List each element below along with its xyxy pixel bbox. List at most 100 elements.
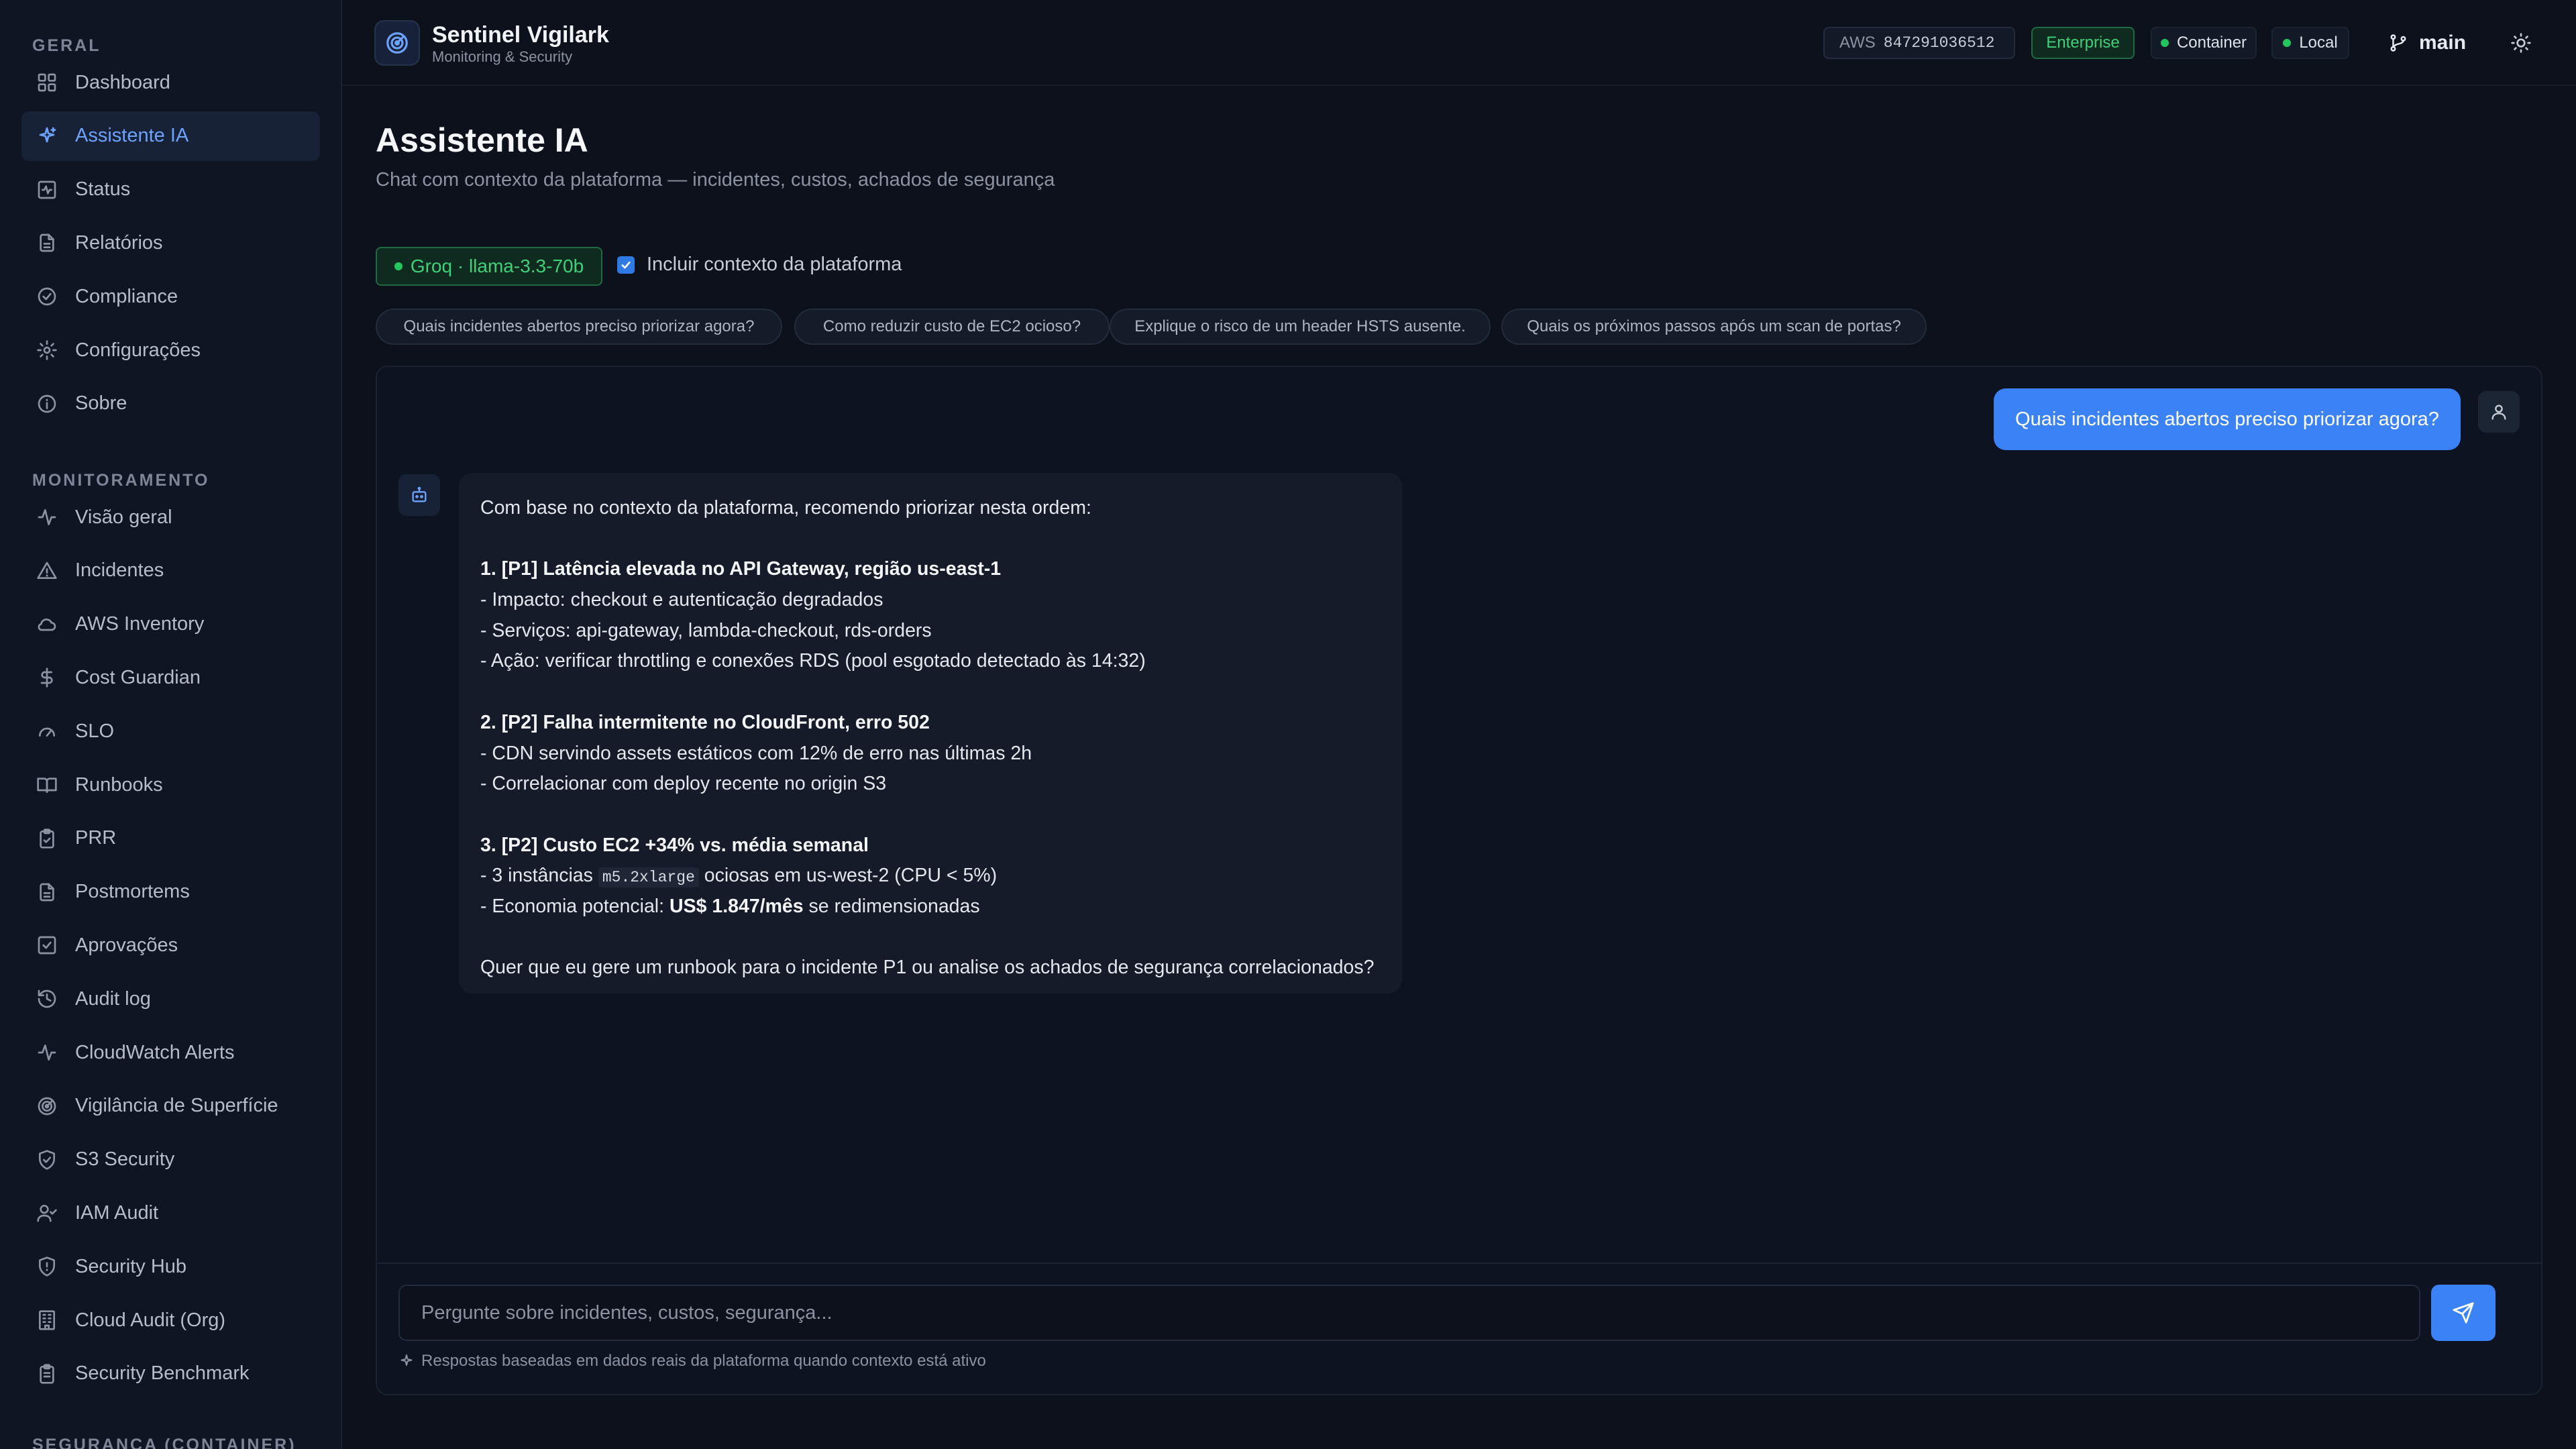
sidebar-item-assistente-ia[interactable]: Assistente IA <box>21 111 320 161</box>
sidebar-item-prr[interactable]: PRR <box>21 814 320 863</box>
incident-2-line: - Correlacionar com deploy recente no or… <box>480 773 887 795</box>
sidebar-item-compliance[interactable]: Compliance <box>21 272 320 321</box>
model-status-dot <box>394 262 402 270</box>
shield-alert-icon <box>39 1256 55 1277</box>
include-context-checkbox[interactable] <box>617 256 635 274</box>
incident-3-title: 3. [P2] Custo EC2 +34% vs. média semanal <box>480 834 869 856</box>
user-message-bubble: Quais incidentes abertos preciso prioriz… <box>1994 388 2461 450</box>
layout-grid-icon <box>38 73 56 92</box>
sidebar-item-aprovacoes[interactable]: Aprovações <box>21 920 320 970</box>
footnote-text: Respostas baseadas em dados reais da pla… <box>421 1352 986 1370</box>
gear-icon <box>37 340 57 360</box>
sidebar-item-relatorios[interactable]: Relatórios <box>21 218 320 268</box>
suggestion-chip[interactable]: Como reduzir custo de EC2 ocioso? <box>794 309 1110 345</box>
context-footnote: Respostas baseadas em dados reais da pla… <box>398 1352 986 1371</box>
send-button[interactable] <box>2431 1285 2496 1341</box>
sidebar-item-runbooks[interactable]: Runbooks <box>21 760 320 810</box>
checkmark-icon <box>621 261 631 268</box>
assistant-intro: Com base no contexto da plataforma, reco… <box>480 497 1091 519</box>
branch-selector[interactable]: main <box>2388 28 2466 58</box>
sidebar-item-cost-guardian[interactable]: Cost Guardian <box>21 653 320 702</box>
sidebar-item-label: Security Benchmark <box>75 1362 250 1385</box>
status-dot <box>2283 39 2292 47</box>
env-local-badge[interactable]: Local <box>2271 27 2349 59</box>
page-title: Assistente IA <box>376 121 588 159</box>
suggestion-chip[interactable]: Explique o risco de um header HSTS ausen… <box>1110 309 1491 345</box>
sidebar-item-security-hub[interactable]: Security Hub <box>21 1242 320 1291</box>
suggestion-chip[interactable]: Quais os próximos passos após um scan de… <box>1501 309 1927 345</box>
sidebar-item-vigilancia-de-superficie[interactable]: Vigilância de Superfície <box>21 1081 320 1131</box>
info-icon <box>38 394 56 413</box>
assistant-avatar <box>398 474 440 516</box>
env-container-label: Container <box>2176 34 2247 52</box>
history-icon <box>38 989 56 1008</box>
status-dot <box>2160 39 2169 47</box>
sidebar-item-label: Vigilância de Superfície <box>75 1095 278 1117</box>
sidebar-item-label: Assistente IA <box>75 125 189 147</box>
page-subtitle: Chat com contexto da plataforma — incide… <box>376 169 1055 191</box>
dollar-icon <box>40 667 53 688</box>
assistant-closing: Quer que eu gere um runbook para o incid… <box>480 957 1375 979</box>
sidebar-item-dashboard[interactable]: Dashboard <box>21 58 320 107</box>
sidebar-item-label: AWS Inventory <box>75 613 205 635</box>
user-avatar <box>2478 391 2520 433</box>
instance-type-code: m5.2xlarge <box>598 867 699 888</box>
sidebar-item-label: Cloud Audit (Org) <box>75 1309 226 1331</box>
brand-title: Sentinel Vigilark <box>432 22 609 48</box>
gauge-icon <box>39 727 55 737</box>
sidebar-item-audit-log[interactable]: Audit log <box>21 974 320 1024</box>
sidebar-item-label: IAM Audit <box>75 1201 159 1224</box>
sidebar-item-label: Aprovações <box>75 934 178 956</box>
sidebar-item-label: CloudWatch Alerts <box>75 1041 235 1063</box>
chat-input[interactable] <box>398 1285 2420 1341</box>
top-header: Sentinel Vigilark Monitoring & Security … <box>342 0 2576 86</box>
sparkles-icon <box>400 1354 413 1366</box>
warning-triangle-icon <box>37 561 57 579</box>
user-check-icon <box>37 1205 57 1222</box>
sidebar-item-incidentes[interactable]: Incidentes <box>21 546 320 596</box>
brand-subtitle: Monitoring & Security <box>432 48 573 65</box>
savings-amount: US$ 1.847/mês <box>669 895 804 917</box>
incident-1-line: - Ação: verificar throttling e conexões … <box>480 650 1146 672</box>
sidebar-item-cloudwatch-alerts[interactable]: CloudWatch Alerts <box>21 1028 320 1077</box>
sun-icon <box>2511 33 2531 53</box>
aws-label: AWS <box>1839 34 1876 52</box>
sidebar-item-aws-inventory[interactable]: AWS Inventory <box>21 600 320 649</box>
aws-account-chip[interactable]: AWS 847291036512 <box>1823 27 2015 59</box>
sidebar-item-label: Visão geral <box>75 506 172 528</box>
sidebar-item-cloud-audit-org[interactable]: Cloud Audit (Org) <box>21 1295 320 1345</box>
sidebar-item-slo[interactable]: SLO <box>21 706 320 756</box>
incident-1-line: - Serviços: api-gateway, lambda-checkout… <box>480 619 932 641</box>
sidebar-item-label: Security Hub <box>75 1255 187 1277</box>
suggestion-chip[interactable]: Quais incidentes abertos preciso prioriz… <box>376 309 782 345</box>
clipboard-list-icon <box>40 1364 54 1384</box>
model-name: Groq · llama-3.3-70b <box>410 256 584 276</box>
theme-toggle-button[interactable] <box>2506 28 2536 58</box>
chat-panel: Quais incidentes abertos preciso prioriz… <box>376 366 2542 1395</box>
sidebar-item-postmortems[interactable]: Postmortems <box>21 867 320 917</box>
env-container-badge[interactable]: Container <box>2151 27 2257 59</box>
branch-name: main <box>2419 32 2467 54</box>
incident-1-title: 1. [P1] Latência elevada no API Gateway,… <box>480 558 1002 580</box>
sidebar-item-visao-geral[interactable]: Visão geral <box>21 492 320 542</box>
radar-logo-icon <box>374 20 420 66</box>
send-icon <box>2453 1302 2474 1324</box>
pulse-icon <box>38 509 56 525</box>
sidebar-item-iam-audit[interactable]: IAM Audit <box>21 1188 320 1238</box>
sidebar-section-label: MONITORAMENTO <box>32 471 210 490</box>
sidebar-item-label: Incidentes <box>75 559 164 582</box>
sidebar-section-label: SEGURANÇA (CONTAINER) <box>32 1436 297 1449</box>
sidebar-item-sobre[interactable]: Sobre <box>21 379 320 429</box>
sidebar-item-security-benchmark[interactable]: Security Benchmark <box>21 1349 320 1399</box>
cloud-icon <box>38 618 56 631</box>
clipboard-check-icon <box>40 828 54 849</box>
assistant-message-bubble: Com base no contexto da plataforma, reco… <box>459 473 1402 994</box>
composer-divider <box>377 1263 2541 1264</box>
aws-account-id: 847291036512 <box>1883 34 1995 52</box>
sidebar-item-label: SLO <box>75 720 115 742</box>
model-badge: Groq · llama-3.3-70b <box>376 247 602 286</box>
sidebar-item-s3-security[interactable]: S3 Security <box>21 1135 320 1185</box>
sidebar-item-configuracoes[interactable]: Configurações <box>21 325 320 375</box>
sidebar-item-status[interactable]: Status <box>21 165 320 215</box>
include-context-toggle[interactable]: Incluir contexto da plataforma <box>617 254 902 276</box>
